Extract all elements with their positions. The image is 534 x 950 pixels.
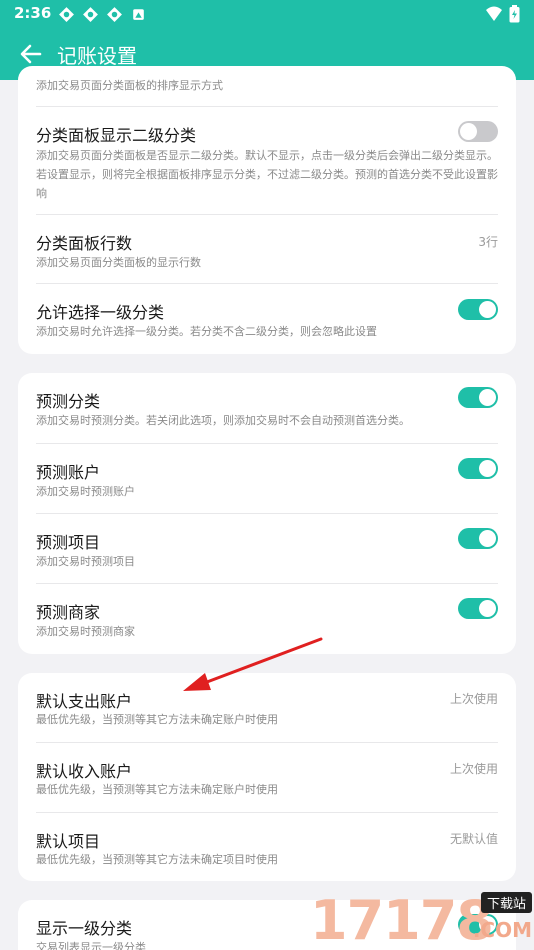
setting-title: 预测项目 xyxy=(36,533,101,552)
setting-desc: 添加交易时预测分类。若关闭此选项，则添加交易时不会自动预测首选分类。 xyxy=(36,414,410,427)
setting-title: 预测商家 xyxy=(36,603,101,622)
status-time: 2:36 xyxy=(14,4,52,22)
setting-row-default-income-account[interactable]: 默认收入账户 上次使用 最低优先级，当预测等其它方法未确定账户时使用 xyxy=(18,743,516,812)
setting-desc: 添加交易页面分类面板的排序显示方式 xyxy=(36,79,223,92)
setting-desc: 添加交易页面分类面板的显示行数 xyxy=(36,256,201,269)
app-notification-icon xyxy=(59,7,74,22)
page-title: 记账设置 xyxy=(57,44,137,68)
setting-row-default-project[interactable]: 默认项目 无默认值 最低优先级，当预测等其它方法未确定项目时使用 xyxy=(18,813,516,881)
setting-title: 分类面板显示二级分类 xyxy=(36,126,197,145)
setting-row-predict-category[interactable]: 预测分类 添加交易时预测分类。若关闭此选项，则添加交易时不会自动预测首选分类。 xyxy=(18,373,516,443)
wifi-icon xyxy=(486,6,502,21)
setting-row-predict-account[interactable]: 预测账户 添加交易时预测账户 xyxy=(18,444,516,514)
toggle-switch[interactable] xyxy=(458,598,498,619)
setting-desc: 最低优先级，当预测等其它方法未确定账户时使用 xyxy=(36,713,278,726)
toggle-switch[interactable] xyxy=(458,121,498,142)
back-arrow-icon[interactable] xyxy=(16,40,46,68)
setting-row-predict-project[interactable]: 预测项目 添加交易时预测项目 xyxy=(18,514,516,584)
setting-title: 显示一级分类 xyxy=(36,919,133,938)
setting-title: 默认项目 xyxy=(36,832,101,851)
battery-icon xyxy=(509,5,520,23)
settings-card-prediction: 预测分类 添加交易时预测分类。若关闭此选项，则添加交易时不会自动预测首选分类。 … xyxy=(18,373,516,654)
setting-title: 分类面板行数 xyxy=(36,234,133,253)
setting-row-panel-rows[interactable]: 分类面板行数 3行 添加交易页面分类面板的显示行数 xyxy=(18,215,516,283)
status-bar: 2:36 xyxy=(0,0,534,28)
notification-icons xyxy=(58,6,147,23)
toggle-switch[interactable] xyxy=(458,387,498,408)
setting-desc: 添加交易页面分类面板是否显示二级分类。默认不显示，点击一级分类后会弹出二级分类显… xyxy=(36,149,498,200)
watermark-digits: 17178 xyxy=(310,889,494,950)
setting-title: 预测账户 xyxy=(36,463,101,482)
setting-value: 3行 xyxy=(478,235,498,249)
setting-row-allow-first-level[interactable]: 允许选择一级分类 添加交易时允许选择一级分类。若分类不含二级分类，则会忽略此设置 xyxy=(18,284,516,354)
settings-card-category-panel: 添加交易页面分类面板的排序显示方式 分类面板显示二级分类 添加交易页面分类面板是… xyxy=(18,66,516,354)
setting-desc: 添加交易时预测账户 xyxy=(36,485,135,498)
watermark-badge: 下载站 xyxy=(480,892,532,913)
setting-title: 预测分类 xyxy=(36,392,101,411)
setting-value: 上次使用 xyxy=(449,762,498,776)
setting-title: 允许选择一级分类 xyxy=(36,303,165,322)
app-notification-icon xyxy=(83,7,98,22)
settings-card-defaults: 默认支出账户 上次使用 最低优先级，当预测等其它方法未确定账户时使用 默认收入账… xyxy=(18,673,516,881)
setting-row-predict-merchant[interactable]: 预测商家 添加交易时预测商家 xyxy=(18,584,516,654)
toggle-switch[interactable] xyxy=(458,299,498,320)
setting-row-default-expense-account[interactable]: 默认支出账户 上次使用 最低优先级，当预测等其它方法未确定账户时使用 xyxy=(18,673,516,742)
image-notification-icon xyxy=(133,9,144,20)
setting-value: 上次使用 xyxy=(449,692,498,706)
system-icons xyxy=(485,5,520,23)
setting-desc: 最低优先级，当预测等其它方法未确定项目时使用 xyxy=(36,853,278,866)
setting-value: 无默认值 xyxy=(449,832,498,846)
setting-row-show-subcategory[interactable]: 分类面板显示二级分类 添加交易页面分类面板是否显示二级分类。默认不显示，点击一级… xyxy=(18,107,516,215)
setting-desc: 添加交易时预测项目 xyxy=(36,555,135,568)
setting-title: 默认支出账户 xyxy=(36,692,133,711)
setting-desc: 添加交易时预测商家 xyxy=(36,625,135,638)
app-notification-icon xyxy=(107,7,122,22)
setting-desc: 添加交易时允许选择一级分类。若分类不含二级分类，则会忽略此设置 xyxy=(36,325,377,338)
setting-desc: 最低优先级，当预测等其它方法未确定账户时使用 xyxy=(36,783,278,796)
toggle-switch[interactable] xyxy=(458,458,498,479)
toggle-switch[interactable] xyxy=(458,528,498,549)
setting-title: 默认收入账户 xyxy=(36,762,133,781)
watermark-logo: 17178 下载站 .COM xyxy=(308,888,534,950)
watermark-domain: .COM xyxy=(472,918,532,942)
